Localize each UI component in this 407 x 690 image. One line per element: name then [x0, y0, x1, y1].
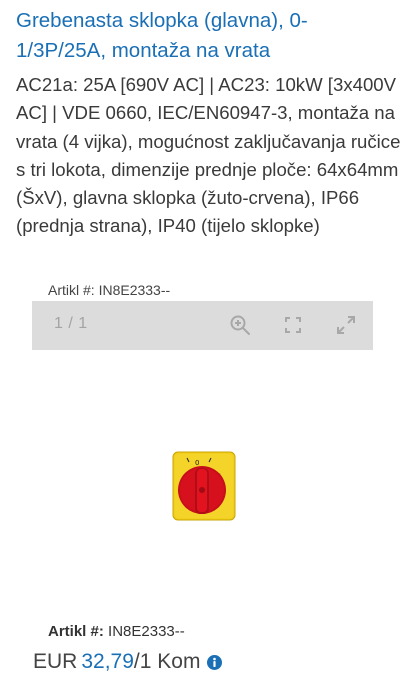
cam-switch-illustration: 0 I — [172, 451, 236, 521]
fit-screen-icon[interactable] — [281, 313, 305, 337]
price-unit: /1 Kom — [133, 650, 201, 673]
article-number-label: Artikl #: — [48, 623, 104, 640]
price-row: EUR 32,79 /1 Kom — [33, 648, 223, 676]
article-number-value: IN8E2333-- — [108, 623, 185, 640]
fullscreen-icon[interactable] — [334, 313, 358, 337]
article-number-label: Artikl #: IN8E2333-- — [48, 282, 171, 298]
info-icon[interactable] — [207, 654, 223, 670]
gallery-toolbar: 1 / 1 — [32, 301, 373, 350]
product-description: AC21a: 25A [690V AC] | AC23: 10kW [3x400… — [16, 74, 401, 237]
zoom-in-icon[interactable] — [228, 313, 252, 337]
product-image[interactable]: 0 I — [165, 450, 238, 523]
article-number: Artikl #: IN8E2333-- — [48, 623, 185, 641]
price-amount: 32,79 — [81, 650, 134, 673]
image-counter: 1 / 1 — [54, 315, 88, 332]
svg-text:0: 0 — [195, 459, 199, 467]
price-currency: EUR — [33, 650, 78, 673]
product-title: Grebenasta sklopka (glavna), 0-1/3P/25A,… — [16, 9, 308, 62]
